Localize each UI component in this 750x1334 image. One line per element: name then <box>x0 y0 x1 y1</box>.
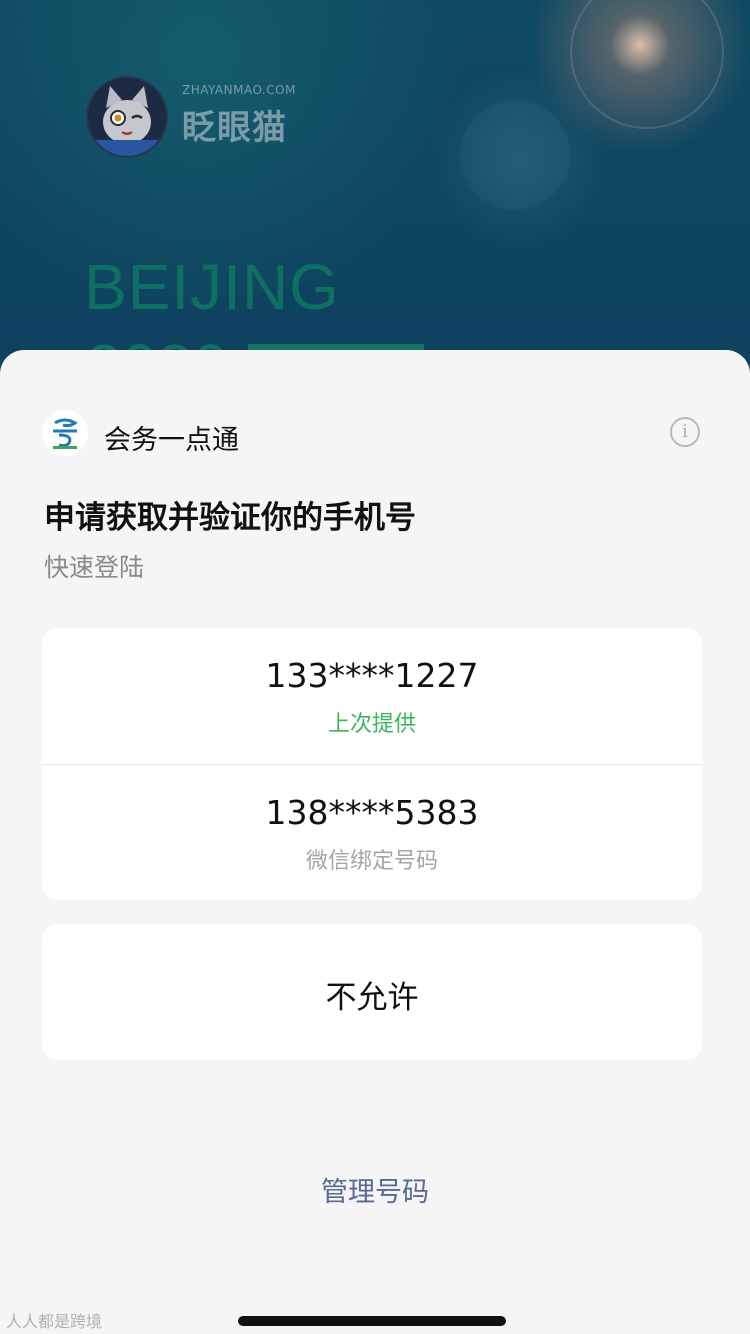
phone-option[interactable]: 133****1227 上次提供 <box>42 628 702 764</box>
sheet-subtitle: 快速登陆 <box>44 553 145 582</box>
cat-logo-icon <box>86 76 168 158</box>
brand-domain: ZHAYANMAO.COM <box>182 83 296 97</box>
app-name: 会务一点通 <box>104 425 239 456</box>
phone-number: 133****1227 <box>265 656 479 695</box>
deny-label: 不允许 <box>325 980 419 1016</box>
sheet-title: 申请获取并验证你的手机号 <box>44 500 416 536</box>
phone-note: 上次提供 <box>327 712 416 737</box>
deny-button[interactable]: 不允许 <box>42 924 702 1060</box>
info-circle-icon[interactable]: i <box>670 417 700 447</box>
lens-flare-glow <box>460 100 570 210</box>
poster-title: BEIJING <box>84 251 340 323</box>
phone-note: 微信绑定号码 <box>305 849 438 874</box>
brand-name: 眨眼猫 <box>182 108 287 148</box>
watermark: 人人都是跨境 <box>6 1312 103 1331</box>
home-indicator[interactable] <box>238 1316 506 1326</box>
phone-auth-sheet: 会务一点通 i 申请获取并验证你的手机号 快速登陆 133****1227 上次… <box>0 350 750 1334</box>
app-header: 会务一点通 i <box>42 410 702 458</box>
manage-numbers-link[interactable]: 管理号码 <box>0 1170 750 1209</box>
app-logo-icon <box>42 410 88 456</box>
phone-number: 138****5383 <box>265 793 479 832</box>
brand-logo: ZHAYANMAO.COM 眨眼猫 <box>86 74 306 158</box>
phone-option[interactable]: 138****5383 微信绑定号码 <box>42 764 702 901</box>
phone-options-card: 133****1227 上次提供 138****5383 微信绑定号码 <box>42 628 702 900</box>
